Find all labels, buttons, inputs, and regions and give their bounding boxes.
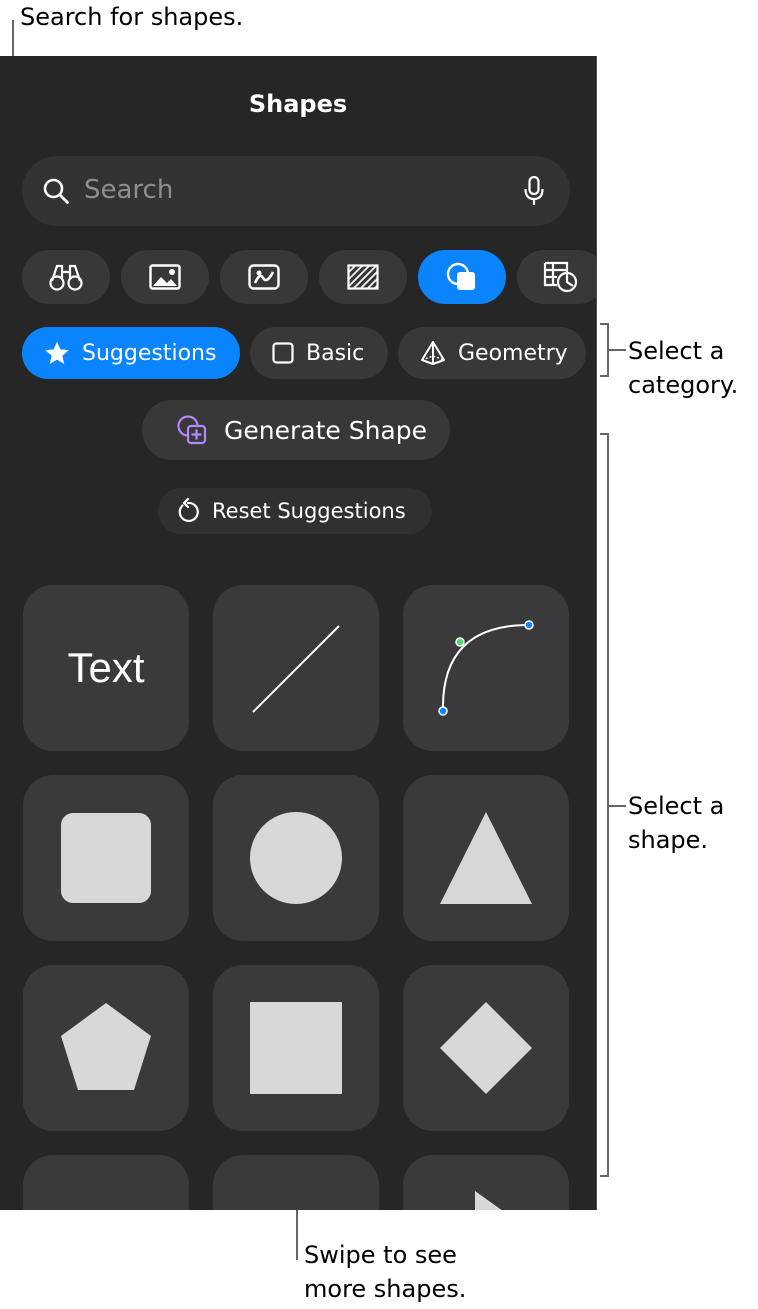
callout-swipe: Swipe to see more shapes.	[304, 1241, 467, 1303]
square-outline-icon	[272, 342, 294, 364]
category-geometry[interactable]: Geometry	[398, 327, 586, 379]
shape-tile-pentagon[interactable]	[23, 965, 189, 1131]
reset-icon	[178, 498, 199, 523]
image-gallery-icon	[248, 264, 280, 290]
tab-pattern[interactable]	[319, 250, 407, 304]
shape-tile-diamond[interactable]	[403, 965, 569, 1131]
shape-bracket	[600, 433, 626, 1177]
shape-tile-circle[interactable]	[213, 775, 379, 941]
shapes-icon	[446, 262, 475, 290]
rounded-square-shape-icon	[61, 813, 151, 903]
shape-tile-triangle[interactable]	[403, 775, 569, 941]
callout-shape: Select a shape.	[628, 792, 725, 854]
category-bracket	[600, 323, 626, 377]
shape-tile-text[interactable]: Text	[23, 585, 189, 751]
tab-shapes[interactable]	[418, 250, 506, 304]
tab-gallery[interactable]	[220, 250, 308, 304]
search-placeholder: Search	[84, 175, 174, 205]
search-icon	[43, 178, 69, 204]
reset-suggestions-label: Reset Suggestions	[212, 499, 406, 523]
pyramid-icon	[421, 341, 445, 365]
arrow-shape-icon	[475, 1191, 502, 1210]
star-icon	[45, 341, 69, 364]
callout-category: Select a category.	[628, 337, 739, 399]
diamond-shape-icon	[440, 1002, 532, 1094]
search-field[interactable]: Search	[22, 156, 570, 226]
shape-tile-curve[interactable]	[403, 585, 569, 751]
shape-tile-line[interactable]	[213, 585, 379, 751]
shape-tile-partial[interactable]	[23, 1155, 189, 1210]
photo-icon	[149, 264, 181, 290]
binoculars-icon	[49, 264, 83, 291]
tab-photos[interactable]	[121, 250, 209, 304]
reset-suggestions-button[interactable]: Reset Suggestions	[158, 488, 432, 534]
panel-title: Shapes	[248, 90, 348, 118]
generate-shape-icon	[177, 415, 207, 445]
pentagon-shape-icon	[61, 1003, 151, 1090]
shape-tile-square[interactable]	[213, 965, 379, 1131]
shapes-panel: Shapes Search Suggestions Basic Geometry…	[0, 56, 597, 1210]
square-shape-icon	[250, 1002, 342, 1094]
line-shape-icon	[252, 625, 340, 713]
text-tile-label: Text	[67, 644, 145, 691]
circle-shape-icon	[250, 812, 342, 904]
pattern-icon	[347, 264, 379, 290]
category-label: Basic	[306, 340, 365, 366]
shape-tile-partial[interactable]	[403, 1155, 569, 1210]
category-basic[interactable]: Basic	[250, 327, 388, 379]
tab-tables-charts[interactable]	[517, 250, 596, 304]
tab-binoculars[interactable]	[22, 250, 110, 304]
generate-shape-label: Generate Shape	[224, 415, 427, 445]
curve-shape-icon	[438, 620, 534, 716]
callout-search: Search for shapes.	[20, 3, 244, 31]
triangle-shape-icon	[440, 812, 532, 904]
shape-tile-rounded-square[interactable]	[23, 775, 189, 941]
category-label: Geometry	[458, 340, 568, 366]
category-label: Suggestions	[82, 340, 217, 366]
microphone-icon[interactable]	[524, 176, 544, 206]
generate-shape-button[interactable]: Generate Shape	[142, 400, 450, 460]
shape-tile-partial[interactable]	[213, 1155, 379, 1210]
table-chart-icon	[543, 261, 578, 293]
category-suggestions[interactable]: Suggestions	[22, 327, 240, 379]
